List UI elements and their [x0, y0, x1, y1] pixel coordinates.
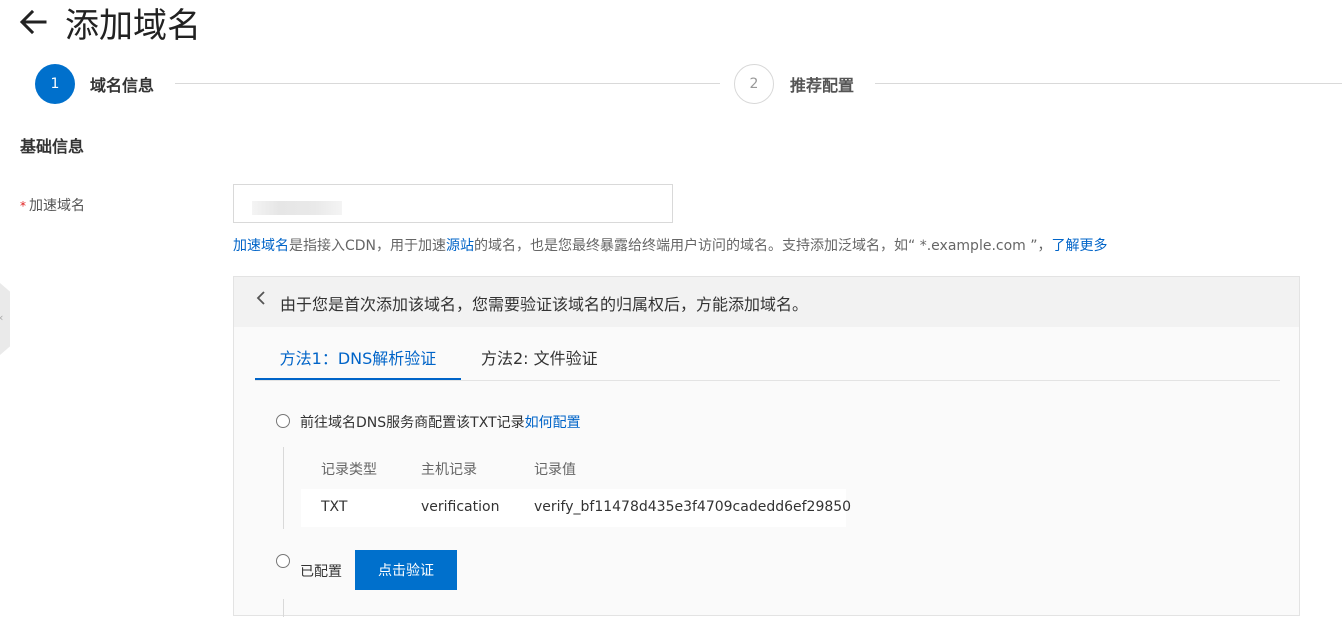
option-configure-txt-text: 前往域名DNS服务商配置该TXT记录如何配置	[300, 412, 581, 432]
step-connector-tail	[875, 83, 1342, 84]
verification-panel: 由于您是首次添加该域名，您需要验证该域名的归属权后，方能添加域名。 方法1：DN…	[233, 276, 1300, 617]
step-1-label: 域名信息	[90, 76, 155, 95]
domain-label-text: 加速域名	[29, 198, 85, 214]
option-configured-label: 已配置	[300, 564, 342, 580]
table-header-record-value: 记录值	[534, 462, 576, 478]
domain-input[interactable]	[233, 184, 673, 223]
option-configure-txt-radio[interactable]	[276, 414, 290, 428]
required-mark: *	[20, 199, 26, 213]
domain-field-label: * 加速域名	[20, 195, 85, 215]
step-guide-line	[283, 447, 284, 529]
chevron-left-icon: ‹	[0, 311, 3, 324]
step-1-indicator: 1	[35, 64, 75, 104]
option-configured-radio[interactable]	[276, 554, 290, 568]
side-collapse-handle[interactable]: ‹	[0, 283, 10, 355]
back-button[interactable]	[18, 8, 48, 36]
origin-link[interactable]: 源站	[446, 238, 474, 254]
record-type-cell: TXT	[321, 499, 348, 515]
step-connector	[175, 83, 720, 84]
option-configure-txt-label: 前往域名DNS服务商配置该TXT记录	[300, 415, 525, 431]
table-header-record-type: 记录类型	[321, 462, 377, 478]
verify-button[interactable]: 点击验证	[355, 550, 457, 590]
arrow-left-icon	[19, 9, 47, 35]
tab-file-verification[interactable]: 方法2: 文件验证	[481, 347, 598, 380]
page-title: 添加域名	[65, 6, 201, 46]
table-header-host-record: 主机记录	[421, 462, 477, 478]
chevron-left-icon[interactable]	[256, 290, 266, 311]
how-to-configure-link[interactable]: 如何配置	[525, 415, 581, 431]
verification-method-tabs: 方法1：DNS解析验证 方法2: 文件验证	[255, 347, 1280, 381]
verification-panel-header: 由于您是首次添加该域名，您需要验证该域名的归属权后，方能添加域名。	[234, 277, 1299, 327]
accelerated-domain-link[interactable]: 加速域名	[233, 238, 289, 254]
section-title: 基础信息	[20, 137, 85, 156]
record-value-cell: verify_bf11478d435e3f4709cadedd6ef29850	[534, 499, 852, 515]
help-text-part2: 的域名，也是您最终暴露给终端用户访问的域名。支持添加泛域名，如“ *.examp…	[474, 238, 1052, 254]
domain-help-text: 加速域名是指接入CDN，用于加速源站的域名，也是您最终暴露给终端用户访问的域名。…	[233, 236, 1108, 256]
host-record-cell: verification	[421, 499, 500, 515]
help-text-part1: 是指接入CDN，用于加速	[289, 238, 447, 254]
tab-dns-verification[interactable]: 方法1：DNS解析验证	[255, 347, 461, 380]
redacted-domain-value	[252, 201, 342, 215]
step-2-label: 推荐配置	[790, 76, 855, 95]
step-2-indicator: 2	[734, 64, 774, 104]
learn-more-link[interactable]: 了解更多	[1052, 238, 1108, 254]
step-guide-line-lower	[283, 599, 284, 617]
verification-message: 由于您是首次添加该域名，您需要验证该域名的归属权后，方能添加域名。	[280, 295, 809, 314]
